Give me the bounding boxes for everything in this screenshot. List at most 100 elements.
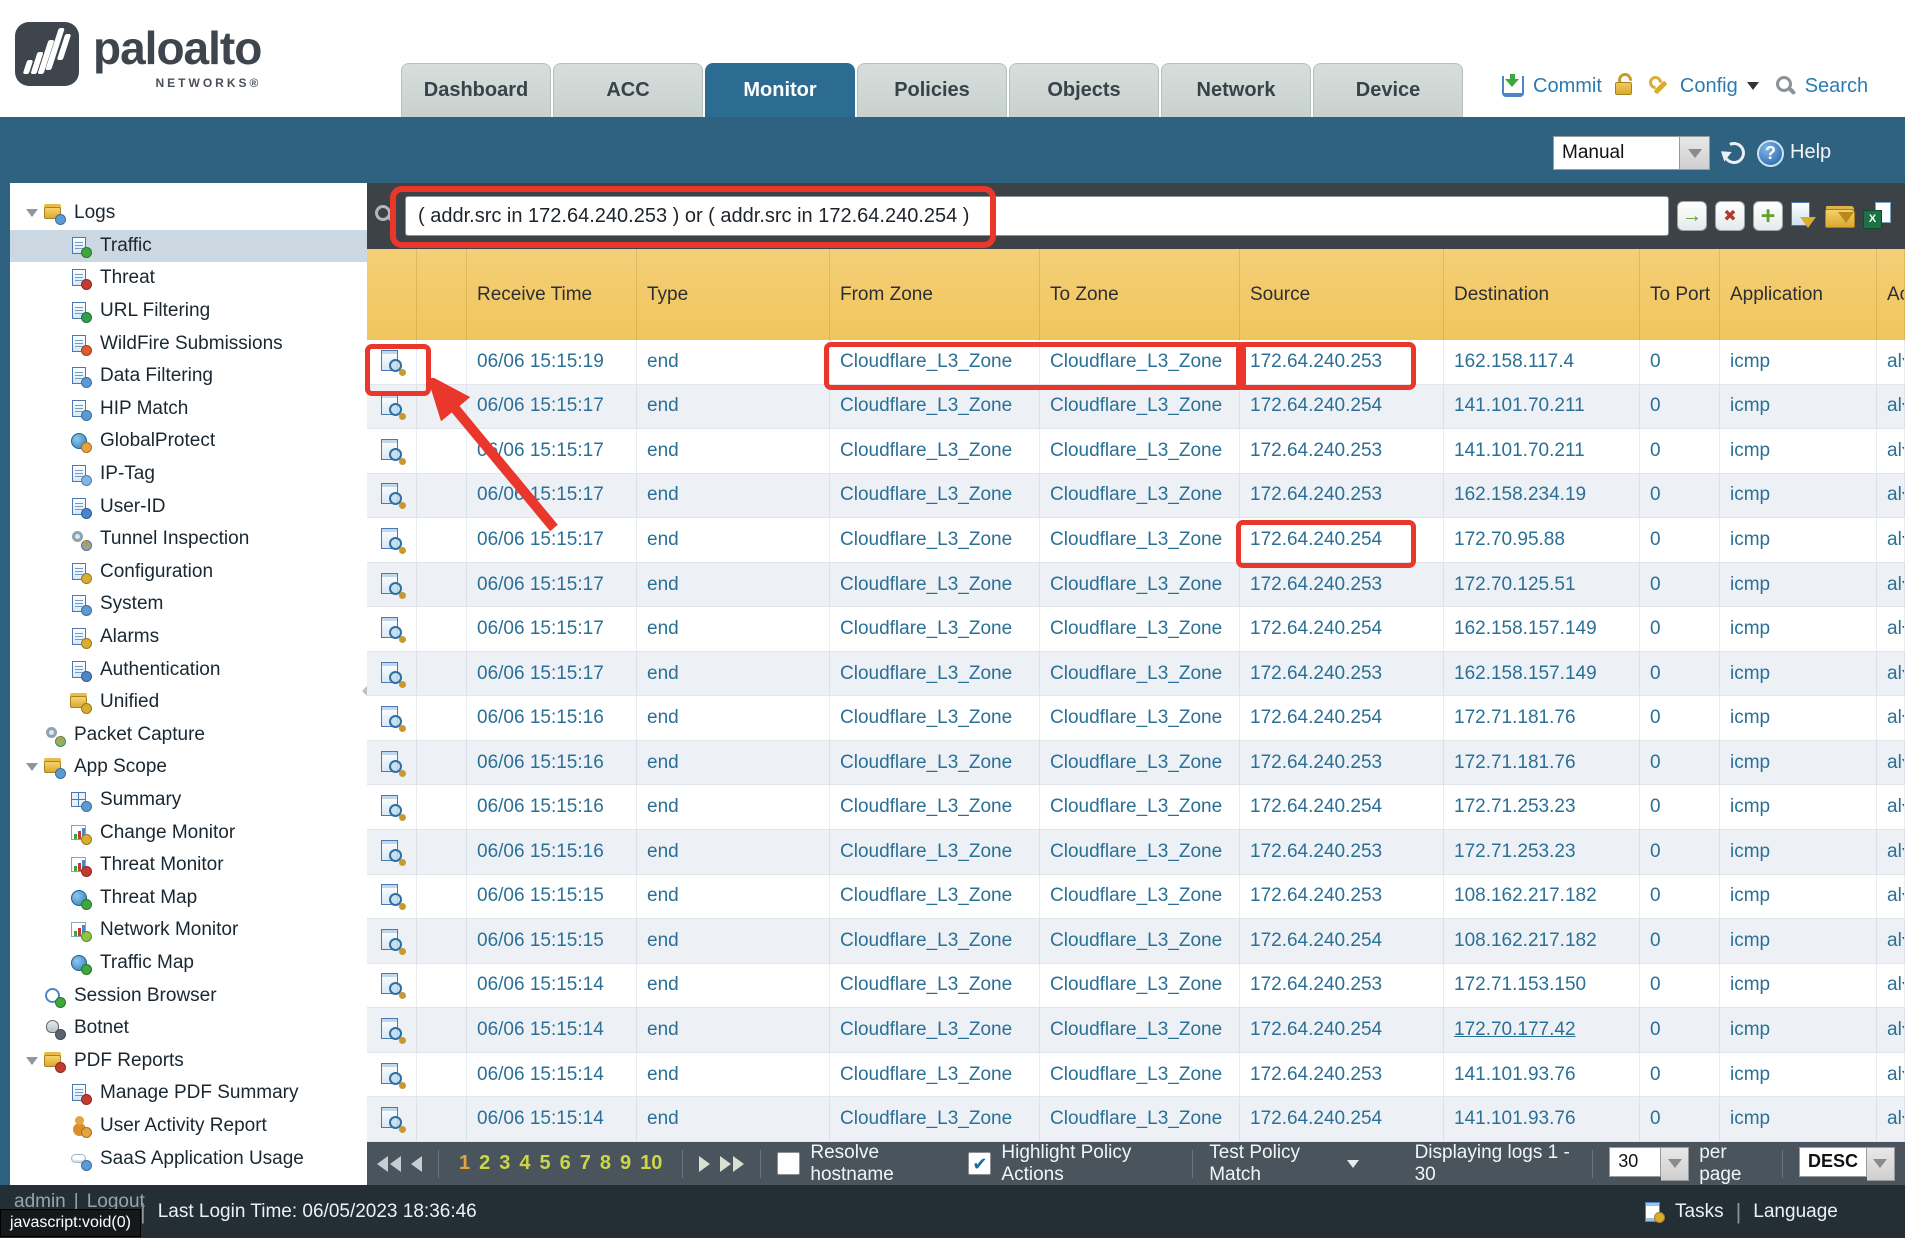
column-header-destination[interactable]: Destination: [1444, 249, 1640, 340]
log-detail-cell[interactable]: [367, 964, 417, 1008]
per-page-caret-icon[interactable]: [1661, 1147, 1689, 1181]
page-number-3[interactable]: 3: [499, 1152, 510, 1175]
config-menu-button[interactable]: Config: [1680, 75, 1738, 98]
sidebar-item-network-monitor[interactable]: Network Monitor: [10, 914, 367, 947]
log-detail-magnifier-icon[interactable]: [381, 929, 403, 953]
log-detail-magnifier-icon[interactable]: [381, 528, 403, 552]
log-detail-cell[interactable]: [367, 563, 417, 607]
log-detail-magnifier-icon[interactable]: [381, 751, 403, 775]
log-detail-cell[interactable]: [367, 518, 417, 562]
refresh-interval-caret-icon[interactable]: [1680, 136, 1710, 170]
resolve-hostname-checkbox[interactable]: ✔: [777, 1152, 800, 1175]
column-header-receive-time[interactable]: Receive Time: [467, 249, 637, 340]
table-row[interactable]: 06/06 15:15:17endCloudflare_L3_ZoneCloud…: [367, 652, 1905, 697]
sidebar-item-hip-match[interactable]: HIP Match: [10, 393, 367, 426]
table-row[interactable]: 06/06 15:15:17endCloudflare_L3_ZoneCloud…: [367, 429, 1905, 474]
log-detail-cell[interactable]: [367, 1053, 417, 1097]
sidebar-item-alarms[interactable]: Alarms: [10, 621, 367, 654]
last-page-button[interactable]: [720, 1156, 744, 1172]
search-button[interactable]: Search: [1805, 75, 1868, 98]
tab-dashboard[interactable]: Dashboard: [401, 63, 551, 117]
column-header-application[interactable]: Application: [1720, 249, 1877, 340]
sidebar-item-threat[interactable]: Threat: [10, 262, 367, 295]
sidebar-item-logs[interactable]: Logs: [10, 197, 367, 230]
sort-order-caret-icon[interactable]: [1867, 1147, 1895, 1181]
next-page-button[interactable]: [699, 1156, 710, 1172]
config-caret-icon[interactable]: [1747, 82, 1759, 90]
log-detail-cell[interactable]: [367, 474, 417, 518]
sidebar-item-authentication[interactable]: Authentication: [10, 653, 367, 686]
table-row[interactable]: 06/06 15:15:15endCloudflare_L3_ZoneCloud…: [367, 875, 1905, 920]
sidebar-item-threat-map[interactable]: Threat Map: [10, 881, 367, 914]
page-number-6[interactable]: 6: [560, 1152, 571, 1175]
table-row[interactable]: 06/06 15:15:17endCloudflare_L3_ZoneCloud…: [367, 563, 1905, 608]
page-number-8[interactable]: 8: [600, 1152, 611, 1175]
help-icon[interactable]: [1757, 140, 1784, 167]
add-filter-button[interactable]: [1753, 201, 1783, 231]
log-detail-cell[interactable]: [367, 830, 417, 874]
table-row[interactable]: 06/06 15:15:17endCloudflare_L3_ZoneCloud…: [367, 474, 1905, 519]
log-detail-magnifier-icon[interactable]: [381, 350, 403, 374]
sidebar-item-user-id[interactable]: User-ID: [10, 490, 367, 523]
table-row[interactable]: 06/06 15:15:17endCloudflare_L3_ZoneCloud…: [367, 607, 1905, 652]
sort-order-select[interactable]: DESC: [1799, 1147, 1895, 1181]
tab-policies[interactable]: Policies: [857, 63, 1007, 117]
sidebar-item-change-monitor[interactable]: Change Monitor: [10, 816, 367, 849]
log-detail-magnifier-icon[interactable]: [381, 1063, 403, 1087]
log-detail-magnifier-icon[interactable]: [381, 1107, 403, 1131]
tab-network[interactable]: Network: [1161, 63, 1311, 117]
page-number-2[interactable]: 2: [479, 1152, 490, 1175]
previous-page-button[interactable]: [411, 1156, 422, 1172]
sidebar-item-botnet[interactable]: Botnet: [10, 1012, 367, 1045]
sidebar-item-threat-monitor[interactable]: Threat Monitor: [10, 849, 367, 882]
page-number-9[interactable]: 9: [620, 1152, 631, 1175]
column-header-to-port[interactable]: To Port: [1640, 249, 1720, 340]
sidebar-item-globalprotect[interactable]: GlobalProtect: [10, 425, 367, 458]
table-row[interactable]: 06/06 15:15:16endCloudflare_L3_ZoneCloud…: [367, 696, 1905, 741]
sidebar-item-manage-pdf-summary[interactable]: Manage PDF Summary: [10, 1077, 367, 1110]
sidebar-item-app-scope[interactable]: App Scope: [10, 751, 367, 784]
tab-objects[interactable]: Objects: [1009, 63, 1159, 117]
per-page-select[interactable]: 30: [1609, 1147, 1689, 1181]
sidebar-item-packet-capture[interactable]: Packet Capture: [10, 719, 367, 752]
table-row[interactable]: 06/06 15:15:14endCloudflare_L3_ZoneCloud…: [367, 964, 1905, 1009]
sidebar-item-user-activity-report[interactable]: User Activity Report: [10, 1110, 367, 1143]
sidebar-item-configuration[interactable]: Configuration: [10, 556, 367, 589]
table-row[interactable]: 06/06 15:15:17endCloudflare_L3_ZoneCloud…: [367, 385, 1905, 430]
page-number-7[interactable]: 7: [580, 1152, 591, 1175]
log-detail-cell[interactable]: [367, 785, 417, 829]
sidebar-item-pdf-reports[interactable]: PDF Reports: [10, 1044, 367, 1077]
expand-triangle-icon[interactable]: [26, 209, 38, 217]
tab-monitor[interactable]: Monitor: [705, 63, 855, 117]
page-number-4[interactable]: 4: [519, 1152, 530, 1175]
log-detail-magnifier-icon[interactable]: [381, 483, 403, 507]
log-detail-cell[interactable]: [367, 652, 417, 696]
log-filter-input[interactable]: [405, 196, 1669, 236]
log-detail-cell[interactable]: [367, 741, 417, 785]
highlight-policy-actions-checkbox[interactable]: ✔: [968, 1152, 991, 1175]
log-detail-magnifier-icon[interactable]: [381, 840, 403, 864]
sidebar-item-tunnel-inspection[interactable]: Tunnel Inspection: [10, 523, 367, 556]
help-label[interactable]: Help: [1790, 141, 1831, 164]
sidebar-item-traffic[interactable]: Traffic: [10, 230, 367, 263]
log-detail-magnifier-icon[interactable]: [381, 617, 403, 641]
load-filter-icon[interactable]: [1825, 203, 1855, 229]
first-page-button[interactable]: [377, 1156, 401, 1172]
table-row[interactable]: 06/06 15:15:15endCloudflare_L3_ZoneCloud…: [367, 919, 1905, 964]
column-header-from-zone[interactable]: From Zone: [830, 249, 1040, 340]
table-row[interactable]: 06/06 15:15:16endCloudflare_L3_ZoneCloud…: [367, 785, 1905, 830]
table-row[interactable]: 06/06 15:15:16endCloudflare_L3_ZoneCloud…: [367, 741, 1905, 786]
tab-acc[interactable]: ACC: [553, 63, 703, 117]
sidebar-item-traffic-map[interactable]: Traffic Map: [10, 947, 367, 980]
save-filter-icon[interactable]: [1791, 201, 1817, 231]
page-number-10[interactable]: 10: [640, 1152, 662, 1175]
lock-icon[interactable]: [1615, 81, 1632, 96]
log-detail-cell[interactable]: [367, 919, 417, 963]
refresh-interval-select[interactable]: Manual: [1553, 136, 1710, 170]
log-detail-magnifier-icon[interactable]: [381, 439, 403, 463]
log-detail-cell[interactable]: [367, 340, 417, 384]
log-detail-magnifier-icon[interactable]: [381, 795, 403, 819]
log-detail-magnifier-icon[interactable]: [381, 573, 403, 597]
log-detail-cell[interactable]: [367, 385, 417, 429]
log-detail-cell[interactable]: [367, 1097, 417, 1141]
